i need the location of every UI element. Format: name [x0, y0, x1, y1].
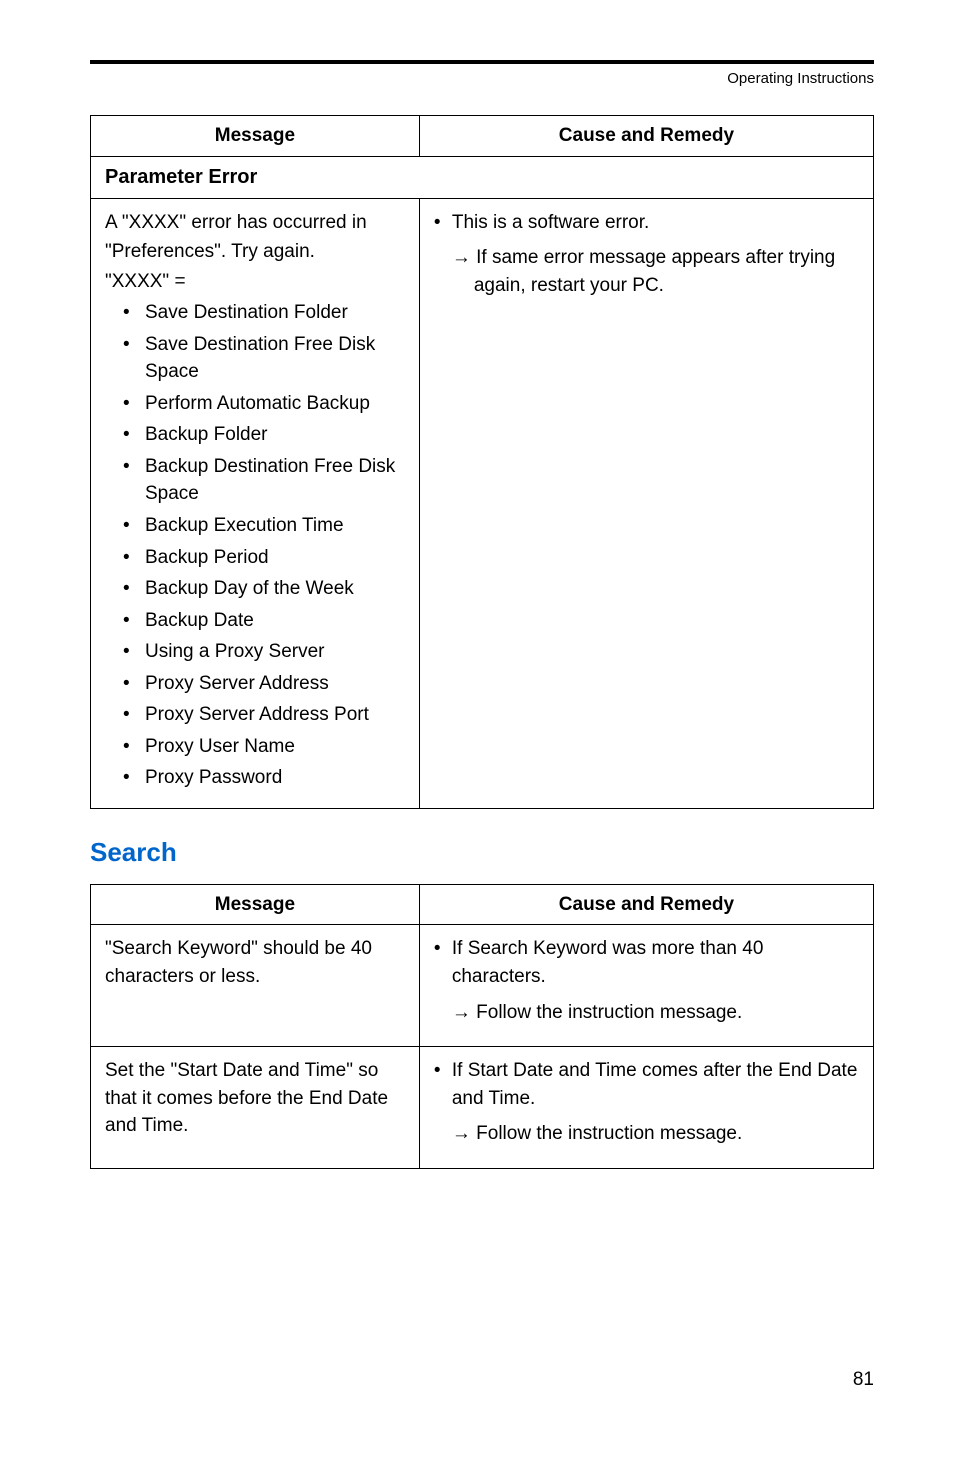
message-cell: Set the "Start Date and Time" so that it…	[91, 1047, 420, 1169]
table-row: "Search Keyword" should be 40 characters…	[91, 925, 874, 1047]
table-header-row: Message Cause and Remedy	[91, 116, 874, 157]
msg-line: "XXXX" =	[105, 268, 405, 296]
list-item: Backup Folder	[123, 421, 405, 449]
cause-cell: If Start Date and Time comes after the E…	[419, 1047, 873, 1169]
msg-line: "Preferences". Try again.	[105, 238, 405, 266]
search-table: Message Cause and Remedy "Search Keyword…	[90, 884, 874, 1169]
cause-item: If Start Date and Time comes after the E…	[434, 1057, 859, 1148]
list-item: Proxy User Name	[123, 733, 405, 761]
cause-item: This is a software error. If same error …	[434, 209, 859, 300]
list-item: Using a Proxy Server	[123, 638, 405, 666]
message-intro: A "XXXX" error has occurred in "Preferen…	[105, 209, 405, 296]
col-message: Message	[91, 116, 420, 157]
list-item: Backup Period	[123, 544, 405, 572]
remedy-arrow: Follow the instruction message.	[452, 1120, 859, 1148]
remedy-arrow: Follow the instruction message.	[452, 999, 859, 1027]
cause-text: This is a software error.	[452, 212, 649, 233]
msg-line: A "XXXX" error has occurred in	[105, 209, 405, 237]
table-row: A "XXXX" error has occurred in "Preferen…	[91, 198, 874, 808]
col-message: Message	[91, 884, 420, 925]
col-cause: Cause and Remedy	[419, 116, 873, 157]
cause-cell: If Search Keyword was more than 40 chara…	[419, 925, 873, 1047]
list-item: Proxy Password	[123, 764, 405, 792]
list-item: Backup Execution Time	[123, 512, 405, 540]
list-item: Perform Automatic Backup	[123, 390, 405, 418]
cause-cell: This is a software error. If same error …	[419, 198, 873, 808]
cause-item: If Search Keyword was more than 40 chara…	[434, 935, 859, 1026]
col-cause: Cause and Remedy	[419, 884, 873, 925]
message-list: Save Destination Folder Save Destination…	[105, 299, 405, 792]
cause-list: If Start Date and Time comes after the E…	[434, 1057, 859, 1148]
table-row: Set the "Start Date and Time" so that it…	[91, 1047, 874, 1169]
cause-text: If Start Date and Time comes after the E…	[452, 1060, 858, 1109]
page-container: Operating Instructions Message Cause and…	[0, 0, 954, 1431]
table-section-row: Parameter Error	[91, 156, 874, 198]
message-cell: A "XXXX" error has occurred in "Preferen…	[91, 198, 420, 808]
list-item: Proxy Server Address	[123, 670, 405, 698]
search-heading: Search	[90, 837, 874, 868]
list-item: Proxy Server Address Port	[123, 701, 405, 729]
page-number: 81	[90, 1369, 874, 1391]
header-label: Operating Instructions	[90, 70, 874, 87]
section-parameter-error: Parameter Error	[91, 156, 874, 198]
cause-list: This is a software error. If same error …	[434, 209, 859, 300]
table-header-row: Message Cause and Remedy	[91, 884, 874, 925]
header-rule	[90, 60, 874, 64]
remedy-arrow: If same error message appears after tryi…	[452, 244, 859, 299]
list-item: Backup Day of the Week	[123, 575, 405, 603]
list-item: Save Destination Free Disk Space	[123, 331, 405, 386]
parameter-error-table: Message Cause and Remedy Parameter Error…	[90, 115, 874, 809]
list-item: Backup Date	[123, 607, 405, 635]
list-item: Backup Destination Free Disk Space	[123, 453, 405, 508]
list-item: Save Destination Folder	[123, 299, 405, 327]
message-cell: "Search Keyword" should be 40 characters…	[91, 925, 420, 1047]
cause-text: If Search Keyword was more than 40 chara…	[452, 938, 764, 987]
cause-list: If Search Keyword was more than 40 chara…	[434, 935, 859, 1026]
